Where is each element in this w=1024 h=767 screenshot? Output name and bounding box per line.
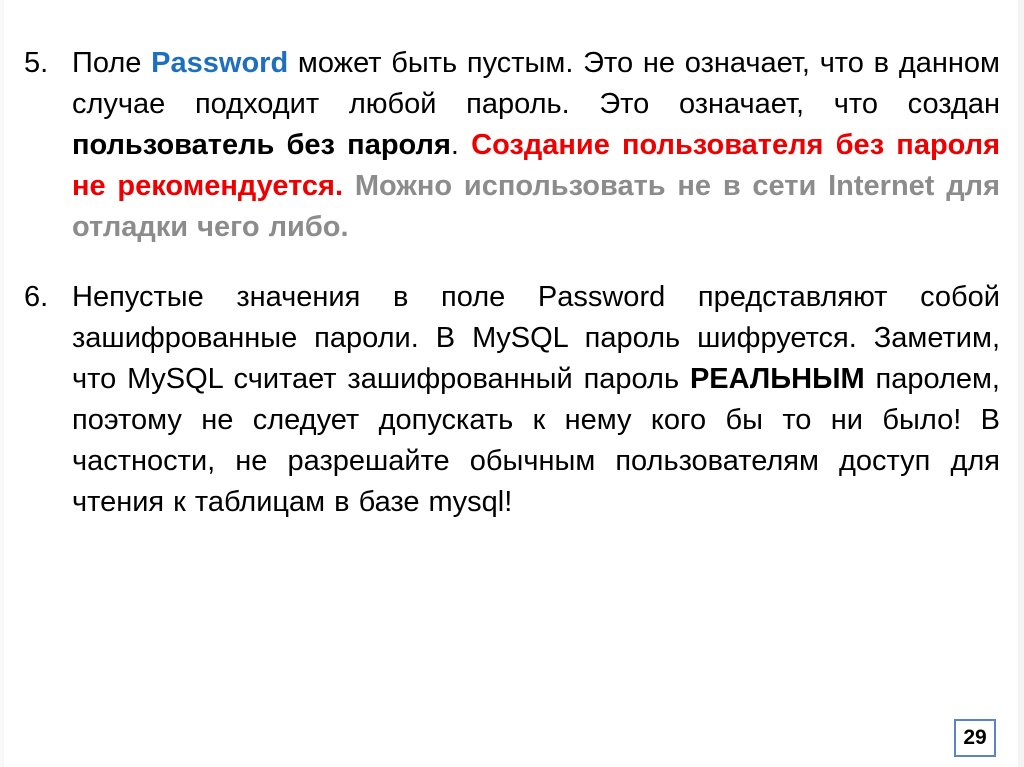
text-segment <box>343 170 355 202</box>
page-number: 29 <box>954 719 996 757</box>
slide: 5. Поле Password может быть пустым. Это … <box>0 0 1024 767</box>
password-field-term: Password <box>151 47 289 79</box>
list-item-6: 6. Непустые значения в поле Password пре… <box>0 277 1024 523</box>
list-item-text: Поле Password может быть пустым. Это не … <box>72 43 1000 248</box>
user-without-password-term: пользователь без пароля <box>72 129 451 161</box>
list-item-5: 5. Поле Password может быть пустым. Это … <box>0 43 1024 248</box>
real-password-term: РЕАЛЬНЫМ <box>689 363 865 395</box>
list-item-number: 6. <box>24 281 49 313</box>
list-item-number: 5. <box>24 47 49 79</box>
numbered-list: 5. Поле Password может быть пустым. Это … <box>0 14 1024 552</box>
text-segment: . <box>450 129 472 161</box>
text-segment: Поле <box>72 47 152 79</box>
list-item-text: Непустые значения в поле Password предст… <box>72 277 1000 523</box>
